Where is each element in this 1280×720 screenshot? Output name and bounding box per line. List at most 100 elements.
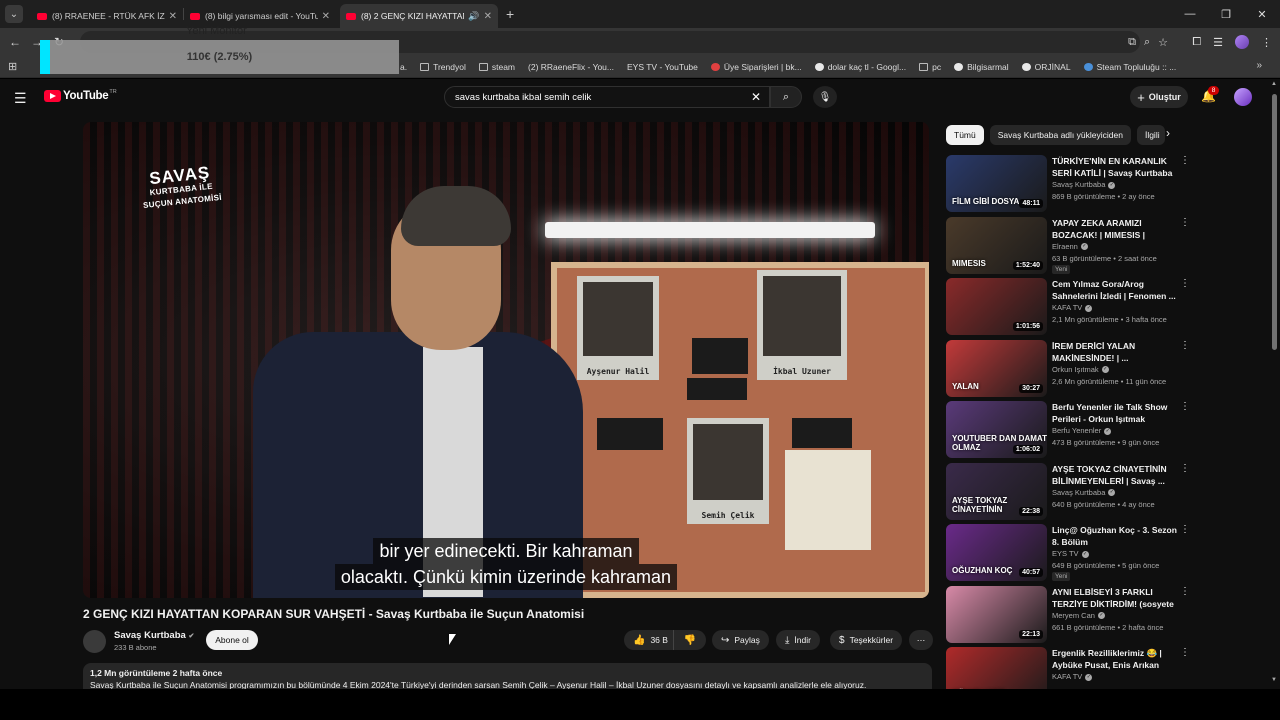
apps-grid-icon[interactable]: ⊞ xyxy=(8,60,17,73)
recommended-channel[interactable]: Orkun Işıtmak ✓ xyxy=(1052,365,1109,374)
subscribe-button[interactable]: Abone ol xyxy=(206,630,258,650)
tab-close-icon[interactable]: ✕ xyxy=(484,11,492,22)
close-window-icon[interactable]: ✕ xyxy=(1244,8,1280,21)
video-thumbnail[interactable]: YALAN 30:27 xyxy=(946,339,1047,397)
chevron-right-icon[interactable]: › xyxy=(1166,126,1170,140)
recommended-channel[interactable]: Meryem Can ✓ xyxy=(1052,611,1105,620)
more-vertical-icon[interactable]: ⋮ xyxy=(1180,217,1190,228)
menu-icon[interactable]: ☰ xyxy=(14,90,27,107)
recommended-title[interactable]: TÜRKİYE'NİN EN KARANLIK SERİ KATİLİ | Sa… xyxy=(1052,155,1178,179)
recommended-video[interactable]: YOUTUBER DAN DAMAT OLMAZ 1:06:02 Berfu Yen… xyxy=(946,401,1194,459)
video-thumbnail[interactable]: YOUTUBER DAN DAMAT OLMAZ 1:06:02 xyxy=(946,401,1047,458)
reading-list-icon[interactable]: ☰ xyxy=(1213,36,1223,49)
video-thumbnail[interactable]: 1:01:56 xyxy=(946,278,1047,335)
video-thumbnail[interactable]: OĞUZHAN KOÇ 40:57 xyxy=(946,524,1047,581)
chip-all[interactable]: Tümü xyxy=(946,125,984,145)
more-vertical-icon[interactable]: ⋮ xyxy=(1180,278,1190,289)
recommended-channel[interactable]: Elraenn ✓ xyxy=(1052,242,1088,251)
download-button[interactable]: ⤓ İndir xyxy=(776,630,820,650)
recommended-video[interactable]: AYŞE TOKYAZ CİNAYETİNİN 22:38 AYŞE TOKYAZ … xyxy=(946,462,1194,521)
clear-search-icon[interactable]: ✕ xyxy=(751,90,761,104)
more-vertical-icon[interactable]: ⋮ xyxy=(1180,524,1190,535)
chip-from-uploader[interactable]: Savaş Kurtbaba adlı yükleyiciden xyxy=(989,125,1131,145)
zoom-icon[interactable]: ⌕ xyxy=(1144,36,1150,49)
speaker-icon[interactable]: 🔊 xyxy=(468,11,479,22)
bookmark-item[interactable]: Bilgisarmal xyxy=(954,62,1009,72)
bookmark-item[interactable]: Trendyol xyxy=(420,62,466,72)
description-box[interactable]: 1,2 Mn görüntüleme 2 hafta önce Savaş Ku… xyxy=(83,663,932,691)
recommended-video[interactable]: YALAN 30:27 İREM DERİCİ YALAN MAKİNESİNDE!… xyxy=(946,339,1194,398)
more-vertical-icon[interactable]: ⋮ xyxy=(1180,401,1190,412)
back-icon[interactable]: ← xyxy=(4,35,26,49)
bookmark-item[interactable]: steam xyxy=(478,62,515,72)
tab-close-icon[interactable]: ✕ xyxy=(169,11,177,22)
recommended-channel[interactable]: KAFA TV ✓ xyxy=(1052,672,1093,681)
more-actions-button[interactable]: ⋯ xyxy=(909,630,933,650)
bookmark-item[interactable]: (2) RRaeneFlix - You... xyxy=(400,62,614,143)
account-avatar[interactable] xyxy=(1234,88,1252,106)
share-button[interactable]: ↪ Paylaş xyxy=(712,630,769,650)
tab-search-button[interactable]: ⌄ xyxy=(5,5,23,23)
more-vertical-icon[interactable]: ⋮ xyxy=(1180,586,1190,597)
recommended-video[interactable]: FİLM GİBİ DOSYA 48:11 TÜRKİYE'NİN EN KARAN… xyxy=(946,155,1194,213)
recommended-title[interactable]: YAPAY ZEKA ARAMIZI BOZACAK! | MIMESIS | … xyxy=(1052,217,1178,241)
recommended-channel[interactable]: Berfu Yenenler ✓ xyxy=(1052,426,1112,435)
browser-tab-active[interactable]: (8) 2 GENÇ KIZI HAYATTAN 🔊 ✕ xyxy=(340,4,498,28)
youtube-logo[interactable]: YouTube TR xyxy=(44,89,117,102)
search-button[interactable]: ⌕ xyxy=(770,86,802,108)
restore-icon[interactable]: ❐ xyxy=(1208,8,1244,21)
recommended-channel[interactable]: Savaş Kurtbaba ✓ xyxy=(1052,180,1116,189)
recommended-title[interactable]: İREM DERİCİ YALAN MAKİNESİNDE! | ... xyxy=(1052,340,1178,364)
chip-related[interactable]: İlgili xyxy=(1136,125,1165,145)
bookmarks-overflow-icon[interactable]: » xyxy=(1256,60,1262,71)
recommended-video[interactable]: OĞUZHAN KOÇ 40:57 Linç@ Oğuzhan Koç - 3. S… xyxy=(946,524,1194,582)
recommended-channel[interactable]: KAFA TV ✓ xyxy=(1052,303,1093,312)
video-thumbnail[interactable]: 22:13 xyxy=(946,585,1047,643)
recommended-title[interactable]: Cem Yılmaz Gora/Arog Sahnelerini İzledi … xyxy=(1052,278,1178,302)
bookmark-item[interactable]: pc xyxy=(919,62,941,72)
scroll-down-icon[interactable]: ▼ xyxy=(1271,677,1277,683)
recommended-title[interactable]: AYNI ELBİSEYİ 3 FARKLI TERZİYE DİKTİRDİM… xyxy=(1052,586,1178,610)
dislike-button[interactable]: 👎 xyxy=(674,635,706,646)
browser-menu-icon[interactable]: ⋮ xyxy=(1261,36,1272,49)
recommended-title[interactable]: Berfu Yenenler ile Talk Show Perileri - … xyxy=(1052,401,1178,425)
voice-search-button[interactable]: 🎙 xyxy=(813,86,837,108)
recommended-video[interactable]: MIMESIS 1:52:40 YAPAY ZEKA ARAMIZI BOZACAK… xyxy=(946,216,1194,275)
channel-avatar[interactable] xyxy=(83,630,106,653)
thanks-button[interactable]: $ Teşekkürler xyxy=(830,630,903,650)
bookmark-item[interactable]: EYS TV - YouTube xyxy=(400,62,698,143)
cast-icon[interactable]: ⧉ xyxy=(1128,36,1136,49)
extensions-icon[interactable]: ⧠ xyxy=(1192,36,1201,49)
profile-avatar[interactable] xyxy=(1235,35,1249,49)
video-player[interactable]: Ayşenur Halil İkbal Uzuner Semih Çelik S… xyxy=(83,122,929,598)
recommended-video[interactable]: 22:13 AYNI ELBİSEYİ 3 FARKLI TERZİYE DİKT… xyxy=(946,585,1194,644)
bookmark-item[interactable]: dolar kaç tl - Googl... xyxy=(814,62,906,72)
recommended-title[interactable]: Linç@ Oğuzhan Koç - 3. Sezon 8. Bölüm xyxy=(1052,524,1178,548)
minimize-icon[interactable]: — xyxy=(1172,8,1208,20)
like-button[interactable]: 👍 36 B xyxy=(624,630,674,650)
recommended-channel[interactable]: Savaş Kurtbaba ✓ xyxy=(1052,488,1116,497)
video-thumbnail[interactable]: AYŞE TOKYAZ CİNAYETİNİN 22:38 xyxy=(946,462,1047,520)
scroll-up-icon[interactable]: ▲ xyxy=(1271,81,1277,87)
recommended-video[interactable]: 1:01:56 Cem Yılmaz Gora/Arog Sahnelerini … xyxy=(946,278,1194,336)
tab-close-icon[interactable]: ✕ xyxy=(322,11,330,22)
bookmark-star-icon[interactable]: ☆ xyxy=(1158,36,1168,49)
bookmark-item[interactable]: a. xyxy=(400,62,407,72)
more-vertical-icon[interactable]: ⋮ xyxy=(1180,340,1190,351)
more-vertical-icon[interactable]: ⋮ xyxy=(1180,463,1190,474)
new-tab-button[interactable]: + xyxy=(506,6,514,22)
page-scrollbar[interactable]: ▲ ▼ xyxy=(1268,79,1280,689)
video-thumbnail[interactable]: FİLM GİBİ DOSYA 48:11 xyxy=(946,155,1047,212)
browser-tab[interactable]: (8) RRAENEE - RTÜK AFK İZLİYO ✕ xyxy=(31,4,183,28)
recommended-title[interactable]: Ergenlik Rezilliklerimiz 😂 | Aybüke Pusa… xyxy=(1052,647,1178,671)
bookmark-item[interactable]: Steam Topluluğu :: ... xyxy=(1083,62,1176,72)
video-thumbnail[interactable]: MIMESIS 1:52:40 xyxy=(946,216,1047,274)
scrollbar-thumb[interactable] xyxy=(1272,94,1277,350)
recommended-channel[interactable]: EYS TV ✓ xyxy=(1052,549,1089,558)
create-button[interactable]: + Oluştur xyxy=(1130,86,1188,108)
channel-name[interactable]: Savaş Kurtbaba ✔ xyxy=(114,630,194,641)
bookmark-item[interactable]: Üye Siparişleri | bk... xyxy=(710,62,802,72)
recommended-title[interactable]: AYŞE TOKYAZ CİNAYETİNİN BİLİNMEYENLERİ |… xyxy=(1052,463,1178,487)
search-input[interactable]: savas kurtbaba ikbal semih celik ✕ xyxy=(444,86,770,108)
more-vertical-icon[interactable]: ⋮ xyxy=(1180,155,1190,166)
